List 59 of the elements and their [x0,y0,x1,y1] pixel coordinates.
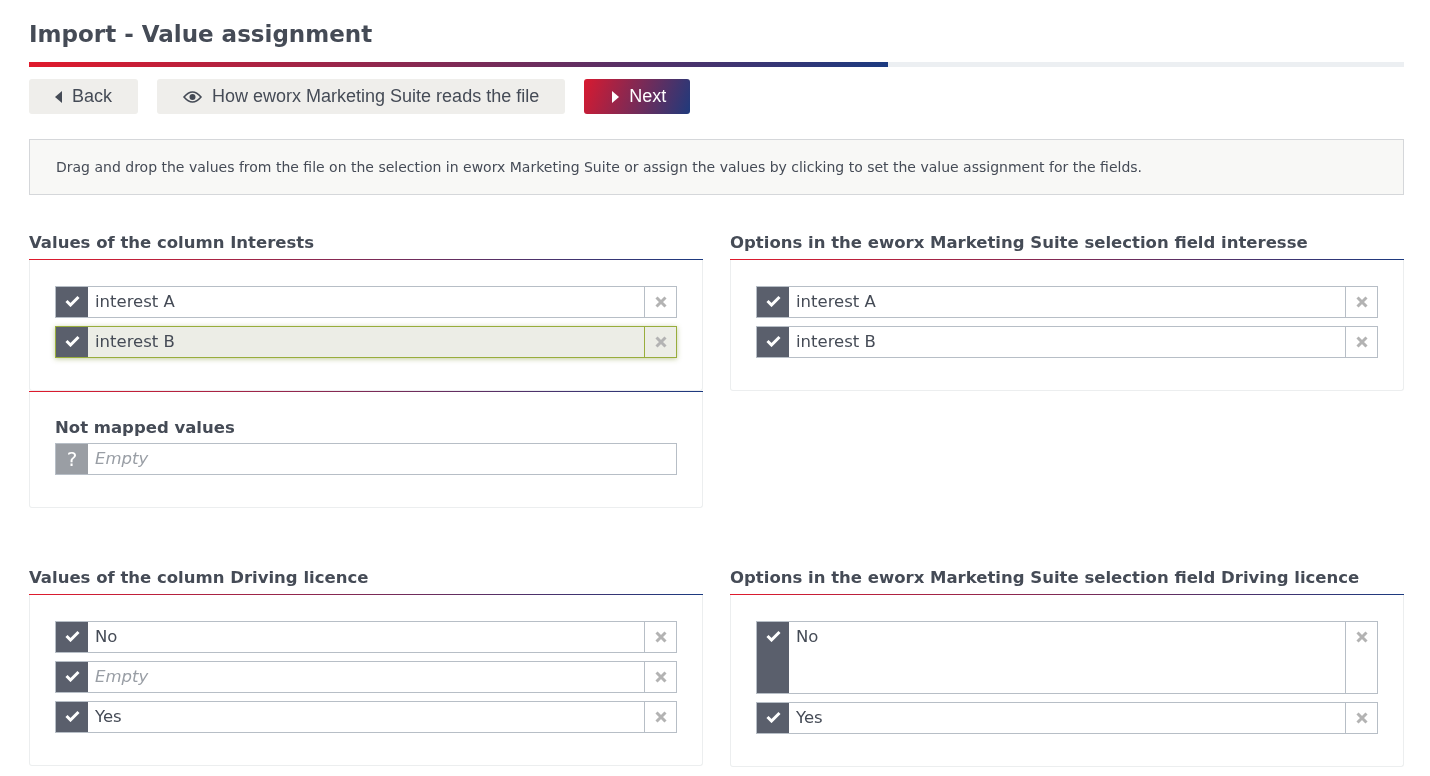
check-icon [64,335,80,347]
close-icon [654,336,667,348]
value-item[interactable]: interest A [756,286,1378,318]
close-icon [654,671,667,683]
value-text: No [94,626,119,648]
value-text: Empty [94,666,150,688]
section-heading: Options in the eworx Marketing Suite selection field Driving licence [730,568,1361,589]
value-text: interest B [94,331,176,353]
check-mark[interactable] [56,702,88,732]
close-icon [654,631,667,643]
check-mark[interactable] [757,327,789,357]
value-item[interactable]: Yes [756,702,1378,734]
caret-left-icon [55,90,62,103]
close-icon [654,296,667,308]
section-heading: Values of the column Driving licence [29,568,370,589]
value-item[interactable]: No [756,621,1378,694]
section-heading: Options in the eworx Marketing Suite selection field interesse [730,233,1309,254]
eye-icon [183,90,203,103]
close-icon [1355,631,1368,643]
close-icon [654,711,667,723]
check-icon [765,295,781,307]
instruction-text: Drag and drop the values from the file on the selection in eworx Marketing Suite or assign the values by clicking to set the value assignment for the fields. [29,139,1404,195]
value-item[interactable]: No [55,621,677,653]
view-button[interactable]: How eworx Marketing Suite reads the file [157,79,566,114]
check-icon [64,295,80,307]
value-item[interactable]: interest A [55,286,677,318]
section-heading: Not mapped values [55,418,236,437]
value-text: interest A [795,291,877,313]
section-heading: Values of the column Interests [29,233,315,254]
question-mark: ? [56,444,88,474]
check-mark[interactable] [757,622,789,693]
page-title: Import - Value assignment [29,20,374,49]
value-text: interest A [94,291,176,313]
check-icon [765,630,781,642]
value-item[interactable]: Yes [55,701,677,733]
check-mark[interactable] [56,287,88,317]
close-icon [1355,296,1368,308]
check-icon [64,670,80,682]
value-text: No [795,626,820,648]
check-mark[interactable] [56,327,88,357]
back-button[interactable]: Back [29,79,139,114]
next-button[interactable]: Next [584,79,691,114]
check-icon [765,335,781,347]
value-text: interest B [795,331,877,353]
close-icon [1355,336,1368,348]
check-icon [765,711,781,723]
value-text: Empty [94,448,150,470]
check-mark[interactable] [757,287,789,317]
check-icon [64,710,80,722]
value-item[interactable]: interest B [756,326,1378,358]
value-text: Yes [94,706,123,728]
check-icon [64,630,80,642]
close-icon [1355,712,1368,724]
check-mark[interactable] [56,662,88,692]
check-mark[interactable] [56,622,88,652]
caret-right-icon [612,90,620,103]
value-text: Yes [795,707,824,729]
check-mark[interactable] [757,703,789,733]
value-item[interactable]: interest B [55,326,677,358]
